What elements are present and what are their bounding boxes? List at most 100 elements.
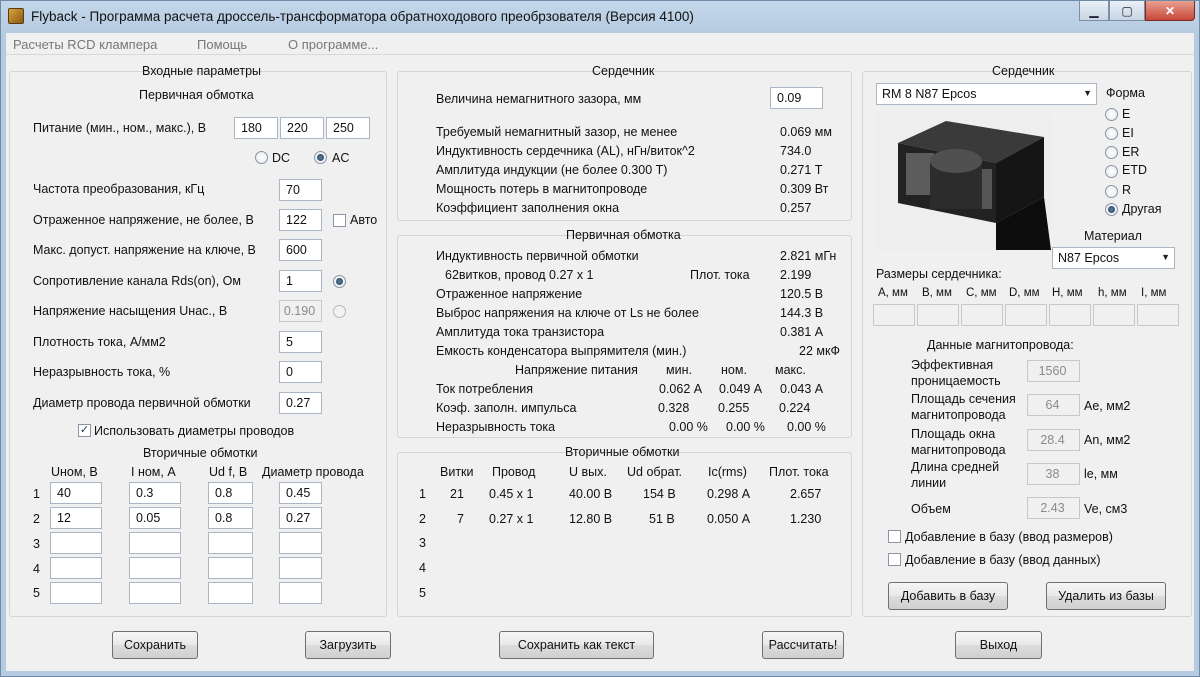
mag-permeability-value[interactable]: 1560: [1027, 360, 1080, 382]
col-header-min: мин.: [666, 363, 692, 377]
supply-max-input[interactable]: 250: [326, 117, 370, 139]
exit-button[interactable]: Выход: [955, 631, 1042, 659]
sec-diam-input[interactable]: [279, 532, 322, 554]
sec-result-wire: 0.27 х 1: [489, 512, 534, 526]
window-fill-value: 0.257: [780, 201, 812, 215]
sec-header-u: Uном, В: [51, 465, 98, 479]
maximize-button[interactable]: ▢: [1109, 1, 1145, 21]
mag-length-value[interactable]: 38: [1027, 463, 1080, 485]
mag-section-value[interactable]: 64: [1027, 394, 1080, 416]
ac-label: AC: [332, 151, 350, 165]
sec-ud-input[interactable]: [208, 557, 253, 579]
core-combo[interactable]: RM 8 N87 Epcos ▼: [876, 83, 1097, 105]
saturation-voltage-radio[interactable]: [333, 305, 346, 318]
sec-u-input[interactable]: 12: [50, 507, 102, 529]
close-button[interactable]: ✕: [1145, 1, 1195, 21]
window-fill-label: Коэффициент заполнения окна: [436, 201, 620, 215]
use-diameters-checkbox[interactable]: ✓: [78, 424, 91, 437]
rds-on-input[interactable]: 1: [279, 270, 322, 292]
material-combo[interactable]: N87 Epcos ▼: [1052, 247, 1175, 269]
duty-cycle-min: 0.328: [658, 401, 690, 415]
sec-i-input[interactable]: 0.05: [129, 507, 181, 529]
dim-input-d[interactable]: [1005, 304, 1047, 326]
sec-diam-input[interactable]: 0.27: [279, 507, 322, 529]
menu-help[interactable]: Помощь: [197, 37, 247, 52]
sec-diam-input[interactable]: 0.45: [279, 482, 322, 504]
sec-i-input[interactable]: 0.3: [129, 482, 181, 504]
current-continuity-nom: 0.00 %: [726, 420, 765, 434]
save-as-text-button[interactable]: Сохранить как текст: [499, 631, 654, 659]
menu-about[interactable]: О программе...: [288, 37, 378, 52]
core-image: [876, 113, 1051, 250]
primary-turns-label: 62витков, провод 0.27 х 1: [445, 268, 594, 282]
add-data-checkbox[interactable]: [888, 553, 901, 566]
input-params-title: Входные параметры: [142, 64, 262, 78]
sec-header-i: I ном, А: [131, 465, 176, 479]
reflected-voltage-input[interactable]: 122: [279, 209, 322, 231]
consumption-current-label: Ток потребления: [436, 382, 533, 396]
shape-radio-etd[interactable]: [1105, 165, 1118, 178]
dim-input-i[interactable]: [1137, 304, 1179, 326]
shape-radio-e[interactable]: [1105, 108, 1118, 121]
mag-window-value[interactable]: 28.4: [1027, 429, 1080, 451]
current-density-input[interactable]: 5: [279, 331, 322, 353]
sec-result-row-number: 4: [419, 561, 426, 575]
primary-wire-input[interactable]: 0.27: [279, 392, 322, 414]
sec-u-input[interactable]: [50, 532, 102, 554]
sec-diam-input[interactable]: [279, 557, 322, 579]
al-value: 734.0: [780, 144, 812, 158]
client-area: Входные параметры Первичная обмотка Пита…: [6, 55, 1194, 671]
sec-col-density: Плот. тока: [769, 465, 829, 479]
add-dims-checkbox[interactable]: [888, 530, 901, 543]
dim-label-d: D, мм: [1009, 287, 1040, 299]
sec-i-input[interactable]: [129, 532, 181, 554]
dim-input-c[interactable]: [961, 304, 1003, 326]
continuity-input[interactable]: 0: [279, 361, 322, 383]
dc-radio[interactable]: [255, 151, 268, 164]
supply-nom-input[interactable]: 220: [280, 117, 324, 139]
sec-i-input[interactable]: [129, 557, 181, 579]
sec-i-input[interactable]: [129, 582, 181, 604]
sec-u-input[interactable]: [50, 557, 102, 579]
minimize-button[interactable]: ▁: [1079, 1, 1109, 21]
max-key-voltage-label: Макс. допуст. напряжение на ключе, В: [33, 243, 256, 257]
shape-radio-er[interactable]: [1105, 146, 1118, 159]
sec-u-input[interactable]: [50, 582, 102, 604]
core-select-title: Сердечник: [992, 64, 1055, 78]
mag-volume-label: Объем: [911, 502, 951, 516]
supply-min-input[interactable]: 180: [234, 117, 278, 139]
menu-rcd[interactable]: Расчеты RCD клампера: [13, 37, 157, 52]
save-button[interactable]: Сохранить: [112, 631, 198, 659]
calculate-button[interactable]: Рассчитать!: [762, 631, 844, 659]
add-to-db-button[interactable]: Добавить в базу: [888, 582, 1008, 610]
dim-input-h-small[interactable]: [1093, 304, 1135, 326]
frequency-input[interactable]: 70: [279, 179, 322, 201]
add-data-label: Добавление в базу (ввод данных): [905, 553, 1101, 567]
dim-input-h[interactable]: [1049, 304, 1091, 326]
load-button[interactable]: Загрузить: [305, 631, 391, 659]
sec-diam-input[interactable]: [279, 582, 322, 604]
shape-radio-other[interactable]: [1105, 203, 1118, 216]
delete-from-db-button[interactable]: Удалить из базы: [1046, 582, 1166, 610]
rds-on-radio[interactable]: [333, 275, 346, 288]
sec-ud-input[interactable]: 0.8: [208, 482, 253, 504]
app-icon: [8, 8, 24, 24]
ac-radio[interactable]: [314, 151, 327, 164]
dim-input-b[interactable]: [917, 304, 959, 326]
sec-ud-input[interactable]: [208, 582, 253, 604]
sec-ud-input[interactable]: [208, 532, 253, 554]
max-key-voltage-input[interactable]: 600: [279, 239, 322, 261]
mag-window-unit: An, мм2: [1084, 433, 1131, 447]
reflected-value: 120.5 В: [780, 287, 824, 301]
shape-radio-ei[interactable]: [1105, 127, 1118, 140]
dim-input-a[interactable]: [873, 304, 915, 326]
sec-ud-input[interactable]: 0.8: [208, 507, 253, 529]
saturation-voltage-input[interactable]: 0.190: [279, 300, 322, 322]
sec-u-input[interactable]: 40: [50, 482, 102, 504]
shape-label-etd: ETD: [1122, 163, 1147, 177]
auto-checkbox[interactable]: [333, 214, 346, 227]
gap-input[interactable]: 0.09: [770, 87, 823, 109]
mag-volume-value[interactable]: 2.43: [1027, 497, 1080, 519]
shape-radio-r[interactable]: [1105, 185, 1118, 198]
primary-results-title: Первичная обмотка: [566, 228, 681, 242]
